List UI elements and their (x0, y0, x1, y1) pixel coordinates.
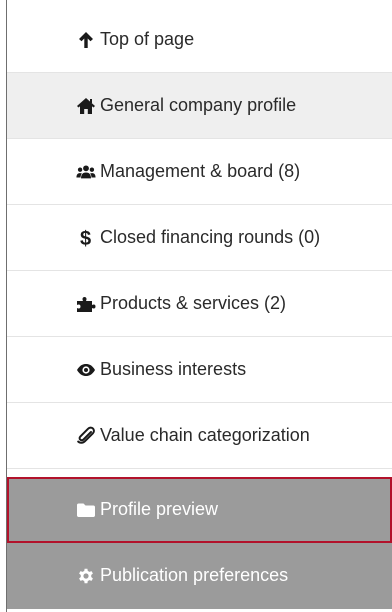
nav-item-value-chain-categorization[interactable]: Value chain categorization (7, 403, 392, 469)
nav-item-business-interests[interactable]: Business interests (7, 337, 392, 403)
nav-item-label: Management & board (8) (100, 161, 301, 181)
dollar-icon: $ (76, 228, 96, 248)
nav-item-label: Top of page (100, 29, 195, 49)
nav-item-label: General company profile (100, 95, 297, 115)
eye-icon (76, 360, 96, 380)
profile-nav-panel: Top of page General company profile Mana… (0, 0, 392, 612)
svg-text:$: $ (80, 228, 91, 248)
nav-item-label: Profile preview (100, 499, 219, 519)
folder-icon (76, 500, 96, 520)
nav-item-products-services[interactable]: Products & services (2) (7, 271, 392, 337)
nav-item-top-of-page[interactable]: Top of page (7, 7, 392, 73)
users-icon (76, 162, 96, 182)
nav-item-management-board[interactable]: Management & board (8) (7, 139, 392, 205)
nav-item-closed-financing-rounds[interactable]: $ Closed financing rounds (0) (7, 205, 392, 271)
nav-item-general-company-profile[interactable]: General company profile (7, 73, 392, 139)
arrow-up-icon (76, 30, 96, 50)
nav-item-profile-preview[interactable]: Profile preview (7, 477, 392, 543)
nav-item-label: Products & services (2) (100, 293, 287, 313)
nav-item-publication-preferences[interactable]: Publication preferences (7, 543, 392, 609)
puzzle-icon (76, 294, 96, 314)
paperclip-icon (76, 426, 96, 446)
home-icon (76, 96, 96, 116)
nav-item-label: Publication preferences (100, 565, 289, 585)
nav-item-label: Business interests (100, 359, 247, 379)
gear-icon (76, 566, 96, 586)
nav-item-label: Closed financing rounds (0) (100, 227, 321, 247)
profile-section-nav: Top of page General company profile Mana… (7, 7, 392, 609)
nav-item-label: Value chain categorization (100, 425, 310, 445)
